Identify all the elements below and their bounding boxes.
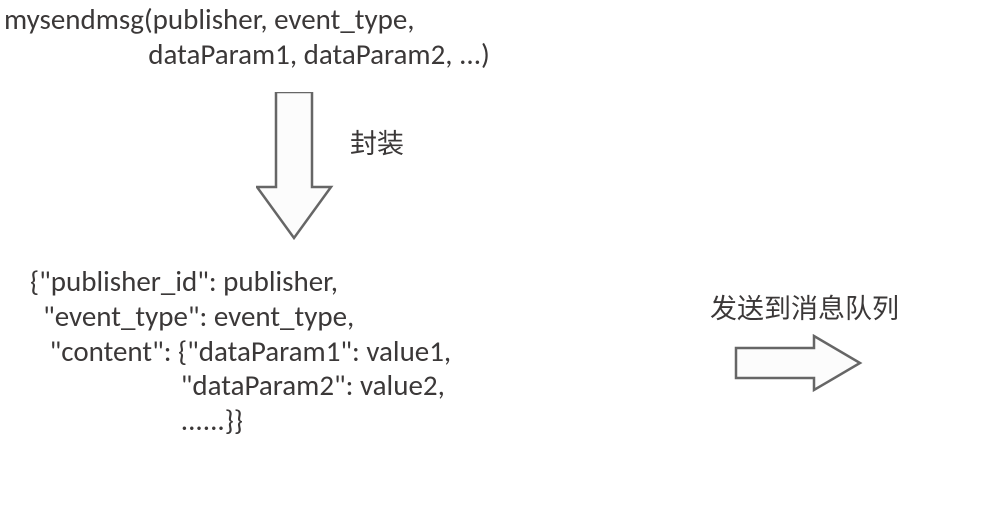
- func-line1: mysendmsg(publisher, event_type,: [4, 1, 415, 37]
- arrow-right-icon: [734, 334, 864, 394]
- json-line5: ......}}: [30, 402, 243, 438]
- json-line3: "content": {"dataParam1": value1,: [30, 333, 451, 369]
- json-line1: {"publisher_id": publisher,: [30, 263, 338, 299]
- json-line2: "event_type": event_type,: [30, 298, 354, 334]
- func-line2: dataParam1, dataParam2, ...): [4, 36, 490, 72]
- encapsulate-label: 封装: [350, 128, 404, 160]
- function-call-text: mysendmsg(publisher, event_type, dataPar…: [4, 2, 490, 72]
- json-line4: "dataParam2": value2,: [30, 367, 445, 403]
- arrow-down-icon: [256, 92, 336, 242]
- send-to-queue-label: 发送到消息队列: [710, 293, 899, 325]
- json-output-text: {"publisher_id": publisher, "event_type"…: [30, 264, 451, 438]
